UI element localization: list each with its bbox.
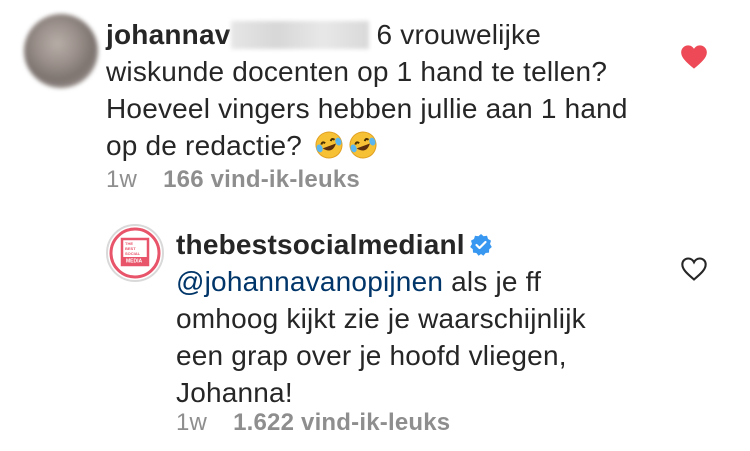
svg-text:SOCIAL: SOCIAL	[125, 251, 141, 256]
reply-text-line-3: een grap over je hoofd vliegen,	[176, 340, 567, 371]
reply-timestamp[interactable]: 1w	[176, 409, 207, 436]
comment-timestamp[interactable]: 1w	[106, 166, 137, 193]
reply-text-line-2: omhoog kijkt zie je waarschijnlijk	[176, 303, 586, 334]
avatar[interactable]	[24, 14, 98, 88]
comment-meta: 1w 166 vind-ik-leuks	[106, 166, 360, 194]
comment-text-line-2: wiskunde docenten op 1 hand te tellen?	[106, 56, 608, 87]
mention-link[interactable]: @johannavanopijnen	[176, 266, 443, 297]
reply-username[interactable]: thebestsocialmedianl	[176, 229, 465, 260]
avatar[interactable]: THE BEST SOCIAL MEDIA	[106, 224, 164, 282]
heart-outline-icon[interactable]	[680, 256, 708, 282]
laughing-emoji-icon	[314, 130, 344, 160]
reply-text-line-1: als je ff	[451, 266, 542, 297]
reply-body: thebestsocialmedianl @johannavanopijnen …	[176, 226, 676, 411]
reply-like-count[interactable]: 1.622 vind-ik-leuks	[233, 409, 450, 436]
comment-like-count[interactable]: 166 vind-ik-leuks	[163, 166, 360, 193]
comment-username[interactable]: johannav	[106, 19, 231, 50]
comment-text-line-3: Hoeveel vingers hebben jullie aan 1 hand	[106, 93, 628, 124]
comment-body: johannav 6 vrouwelijke wiskunde docenten …	[106, 16, 686, 164]
heart-filled-icon[interactable]	[680, 44, 708, 70]
redacted-name-blur	[230, 21, 369, 49]
reply-meta: 1w 1.622 vind-ik-leuks	[176, 409, 450, 437]
laughing-emoji-icon	[348, 130, 378, 160]
comment-text-line-1: 6 vrouwelijke	[376, 19, 541, 50]
reply-text-line-4: Johanna!	[176, 377, 293, 408]
svg-text:MEDIA: MEDIA	[126, 259, 143, 265]
comment-text-line-4: op de redactie?	[106, 130, 303, 161]
verified-badge-icon	[469, 229, 493, 256]
